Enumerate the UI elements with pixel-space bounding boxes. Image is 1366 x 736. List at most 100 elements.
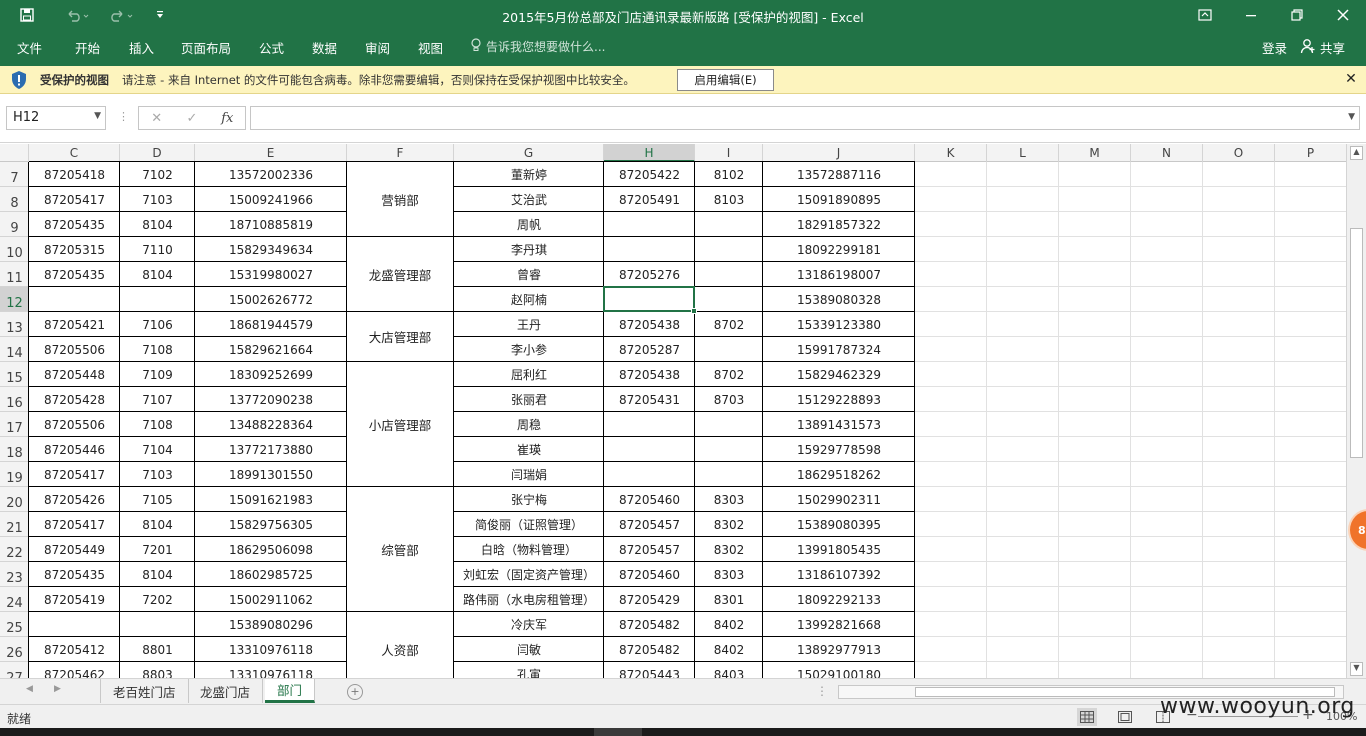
row-header-18[interactable]: 18 <box>0 437 29 462</box>
cell-j8[interactable]: 15091890895 <box>763 187 915 212</box>
cell-g27[interactable]: 孔寅 <box>454 662 604 678</box>
cell-c14[interactable]: 87205506 <box>29 337 120 362</box>
cell-h18[interactable] <box>604 437 695 462</box>
cell-j9[interactable]: 18291857322 <box>763 212 915 237</box>
cell-d9[interactable]: 8104 <box>120 212 195 237</box>
cell-d21[interactable]: 8104 <box>120 512 195 537</box>
formula-bar-grip-icon[interactable]: ⋮ <box>118 110 129 123</box>
cell-d16[interactable]: 7107 <box>120 387 195 412</box>
tab-view[interactable]: 视图 <box>418 38 443 57</box>
cell-g21[interactable]: 简俊丽（证照管理） <box>454 512 604 537</box>
cell-g26[interactable]: 闫敏 <box>454 637 604 662</box>
cell-j25[interactable]: 13992821668 <box>763 612 915 637</box>
cell-j24[interactable]: 18092292133 <box>763 587 915 612</box>
cell-g12[interactable]: 赵阿楠 <box>454 287 604 312</box>
cell-i22[interactable]: 8302 <box>695 537 763 562</box>
cell-g25[interactable]: 冷庆军 <box>454 612 604 637</box>
cell-g14[interactable]: 李小参 <box>454 337 604 362</box>
cell-e27[interactable]: 13310976118 <box>195 662 347 679</box>
cell-e21[interactable]: 15829756305 <box>195 512 347 537</box>
cell-c19[interactable]: 87205417 <box>29 462 120 487</box>
scroll-up-icon[interactable]: ▲ <box>1350 146 1363 160</box>
cell-d7[interactable]: 7102 <box>120 162 195 187</box>
department-cell[interactable]: 营销部 <box>347 162 453 236</box>
cell-i7[interactable]: 8102 <box>695 162 763 187</box>
cell-h8[interactable]: 87205491 <box>604 187 695 212</box>
normal-view-icon[interactable] <box>1077 708 1097 726</box>
cell-d23[interactable]: 8104 <box>120 562 195 587</box>
column-header-h[interactable]: H <box>604 144 695 162</box>
cell-e18[interactable]: 13772173880 <box>195 437 347 462</box>
column-header-d[interactable]: D <box>120 144 195 162</box>
cell-g11[interactable]: 曾睿 <box>454 262 604 287</box>
cell-j12[interactable]: 15389080328 <box>763 287 915 312</box>
cell-c7[interactable]: 87205418 <box>29 162 120 187</box>
chevron-down-icon[interactable]: ▼ <box>94 111 101 121</box>
cell-h16[interactable]: 87205431 <box>604 387 695 412</box>
cell-h11[interactable]: 87205276 <box>604 262 695 287</box>
cell-j20[interactable]: 15029902311 <box>763 487 915 512</box>
cancel-entry-icon[interactable]: ✕ <box>139 111 174 126</box>
cell-g22[interactable]: 白晗（物料管理） <box>454 537 604 562</box>
select-all-corner[interactable] <box>0 144 29 162</box>
cell-g13[interactable]: 王丹 <box>454 312 604 337</box>
cell-e26[interactable]: 13310976118 <box>195 637 347 662</box>
cell-i19[interactable] <box>695 462 763 487</box>
cell-j16[interactable]: 15129228893 <box>763 387 915 412</box>
restore-icon[interactable] <box>1274 0 1320 30</box>
column-header-c[interactable]: C <box>29 144 120 162</box>
cell-d18[interactable]: 7104 <box>120 437 195 462</box>
cell-d24[interactable]: 7202 <box>120 587 195 612</box>
row-header-9[interactable]: 9 <box>0 212 29 237</box>
cell-c18[interactable]: 87205446 <box>29 437 120 462</box>
cell-i9[interactable] <box>695 212 763 237</box>
cell-c17[interactable]: 87205506 <box>29 412 120 437</box>
row-header-14[interactable]: 14 <box>0 337 29 362</box>
cell-c12[interactable] <box>29 287 120 312</box>
row-header-23[interactable]: 23 <box>0 562 29 587</box>
tab-review[interactable]: 审阅 <box>365 38 390 57</box>
cell-i14[interactable] <box>695 337 763 362</box>
cell-i20[interactable]: 8303 <box>695 487 763 512</box>
cell-c16[interactable]: 87205428 <box>29 387 120 412</box>
cell-j14[interactable]: 15991787324 <box>763 337 915 362</box>
row-header-19[interactable]: 19 <box>0 462 29 487</box>
cell-h9[interactable] <box>604 212 695 237</box>
row-header-17[interactable]: 17 <box>0 412 29 437</box>
worksheet-grid[interactable]: CDEFGHIJKLMNOP 7 8 9 10 11 12 13 14 15 16 17 18 19 20… <box>0 144 1346 678</box>
cell-area[interactable]: 87205418 7102 13572002336 董新婷 87205422 8102 13… <box>28 161 1346 679</box>
share-button[interactable]: 共享 <box>1300 34 1358 60</box>
cell-g15[interactable]: 屈利红 <box>454 362 604 387</box>
name-box[interactable]: H12 ▼ <box>6 106 106 130</box>
cell-d20[interactable]: 7105 <box>120 487 195 512</box>
minimize-icon[interactable] <box>1228 0 1274 30</box>
scroll-thumb[interactable] <box>1350 228 1363 458</box>
row-header-20[interactable]: 20 <box>0 487 29 512</box>
cell-j19[interactable]: 18629518262 <box>763 462 915 487</box>
cell-j21[interactable]: 15389080395 <box>763 512 915 537</box>
cell-j18[interactable]: 15929778598 <box>763 437 915 462</box>
column-header-g[interactable]: G <box>454 144 604 162</box>
department-cell[interactable]: 综管部 <box>347 487 453 611</box>
row-header-27[interactable]: 27 <box>0 662 29 678</box>
cell-g7[interactable]: 董新婷 <box>454 162 604 187</box>
column-header-p[interactable]: P <box>1275 144 1346 162</box>
page-layout-view-icon[interactable] <box>1115 708 1135 726</box>
row-header-21[interactable]: 21 <box>0 512 29 537</box>
column-header-o[interactable]: O <box>1203 144 1275 162</box>
cell-j17[interactable]: 13891431573 <box>763 412 915 437</box>
column-header-n[interactable]: N <box>1131 144 1203 162</box>
department-cell[interactable]: 龙盛管理部 <box>347 237 453 311</box>
cell-h26[interactable]: 87205482 <box>604 637 695 662</box>
column-header-m[interactable]: M <box>1059 144 1131 162</box>
cell-j22[interactable]: 13991805435 <box>763 537 915 562</box>
cell-e7[interactable]: 13572002336 <box>195 162 347 187</box>
cell-d19[interactable]: 7103 <box>120 462 195 487</box>
cell-g24[interactable]: 路伟丽（水电房租管理） <box>454 587 604 612</box>
cell-i13[interactable]: 8702 <box>695 312 763 337</box>
sheet-prev-icon[interactable]: ◀ <box>26 684 33 694</box>
sheet-tab-longsheng[interactable]: 龙盛门店 <box>188 679 264 703</box>
tell-me-box[interactable]: 告诉我您想要做什么... <box>470 38 605 55</box>
cell-d11[interactable]: 8104 <box>120 262 195 287</box>
login-link[interactable]: 登录 <box>1262 38 1287 57</box>
